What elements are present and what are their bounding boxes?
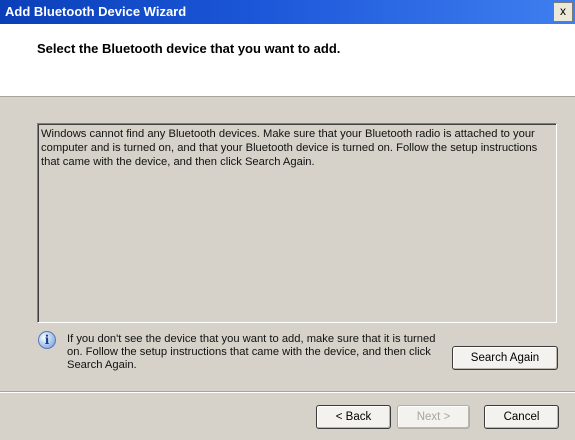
close-button[interactable]: x [553,2,573,22]
back-button[interactable]: < Back [316,405,391,429]
search-again-button[interactable]: Search Again [452,346,558,370]
window-title: Add Bluetooth Device Wizard [5,4,187,19]
info-icon: i [38,331,56,349]
footer-separator [0,391,575,393]
info-text: If you don't see the device that you wan… [67,333,436,371]
title-bar: Add Bluetooth Device Wizard x [0,0,575,24]
page-heading: Select the Bluetooth device that you wan… [37,41,341,56]
cancel-button[interactable]: Cancel [484,405,559,429]
wizard-header: Select the Bluetooth device that you wan… [0,24,575,97]
device-list[interactable]: Windows cannot find any Bluetooth device… [37,123,557,323]
no-devices-message: Windows cannot find any Bluetooth device… [41,128,538,168]
next-button[interactable]: Next > [397,405,470,429]
